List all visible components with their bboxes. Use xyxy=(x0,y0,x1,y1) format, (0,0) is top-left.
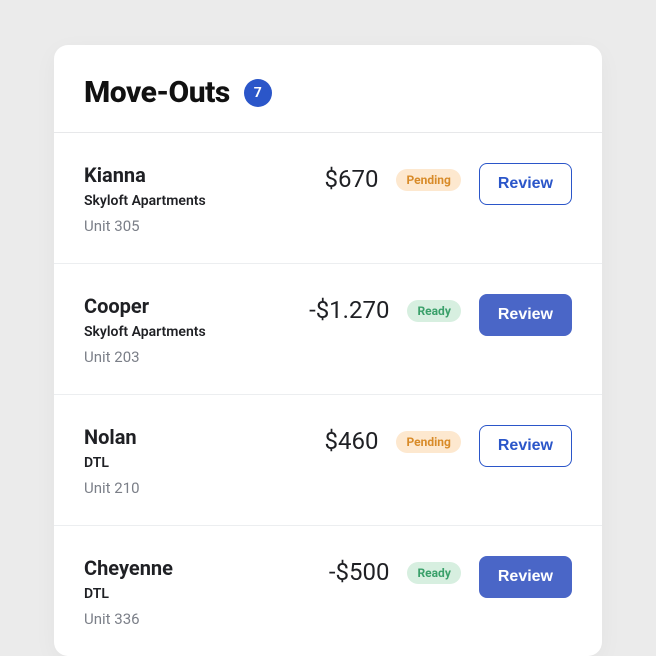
tenant-unit: Unit 203 xyxy=(84,348,291,366)
review-button[interactable]: Review xyxy=(479,163,572,205)
page-title: Move-Outs xyxy=(84,75,230,110)
tenant-property: Skyloft Apartments xyxy=(84,193,307,209)
review-button[interactable]: Review xyxy=(479,425,572,467)
amount-value: $670 xyxy=(325,163,379,193)
tenant-info: Kianna Skyloft Apartments Unit 305 xyxy=(84,163,307,235)
status-badge: Ready xyxy=(407,300,460,322)
list-item: Cheyenne DTL Unit 336 -$500 Ready Review xyxy=(54,526,602,656)
list-item: Nolan DTL Unit 210 $460 Pending Review xyxy=(54,395,602,526)
tenant-unit: Unit 305 xyxy=(84,217,307,235)
review-button[interactable]: Review xyxy=(479,294,572,336)
tenant-info: Cooper Skyloft Apartments Unit 203 xyxy=(84,294,291,366)
tenant-unit: Unit 336 xyxy=(84,610,311,628)
list-item: Kianna Skyloft Apartments Unit 305 $670 … xyxy=(54,133,602,264)
tenant-info: Nolan DTL Unit 210 xyxy=(84,425,307,497)
amount-value: -$500 xyxy=(329,556,390,586)
amount-value: -$1.270 xyxy=(309,294,389,324)
count-badge: 7 xyxy=(244,79,272,107)
tenant-property: Skyloft Apartments xyxy=(84,324,291,340)
status-badge: Pending xyxy=(396,169,460,191)
tenant-property: DTL xyxy=(84,455,307,471)
header: Move-Outs 7 xyxy=(54,75,602,133)
status-badge: Pending xyxy=(396,431,460,453)
list-item: Cooper Skyloft Apartments Unit 203 -$1.2… xyxy=(54,264,602,395)
amount-value: $460 xyxy=(325,425,379,455)
tenant-name: Kianna xyxy=(84,163,307,187)
moveouts-list: Kianna Skyloft Apartments Unit 305 $670 … xyxy=(54,133,602,656)
review-button[interactable]: Review xyxy=(479,556,572,598)
tenant-name: Nolan xyxy=(84,425,307,449)
tenant-property: DTL xyxy=(84,586,311,602)
moveouts-card: Move-Outs 7 Kianna Skyloft Apartments Un… xyxy=(54,45,602,656)
tenant-name: Cheyenne xyxy=(84,556,311,580)
tenant-name: Cooper xyxy=(84,294,291,318)
tenant-unit: Unit 210 xyxy=(84,479,307,497)
status-badge: Ready xyxy=(407,562,460,584)
tenant-info: Cheyenne DTL Unit 336 xyxy=(84,556,311,628)
